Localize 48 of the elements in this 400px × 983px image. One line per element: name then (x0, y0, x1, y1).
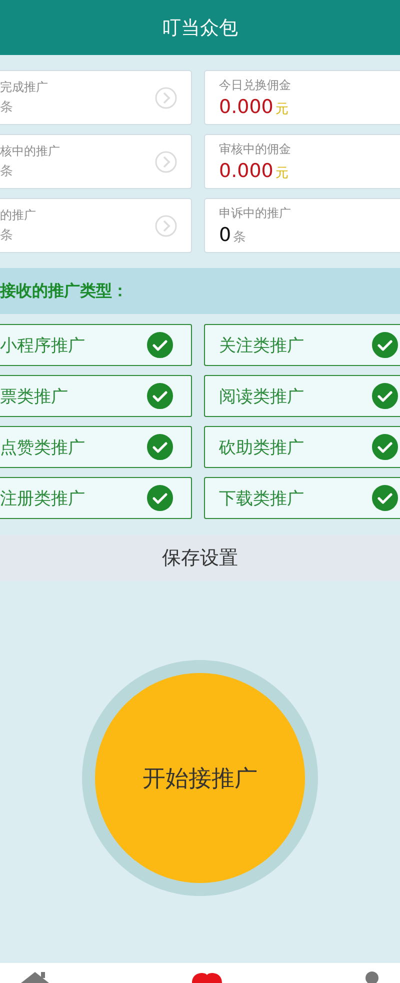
option-label: 阅读类推广 (219, 386, 304, 408)
stat-label: 今日兑换佣金 (219, 77, 292, 94)
stat-unit: 元 (275, 101, 288, 118)
stat-unit: 条 (0, 227, 13, 244)
checkbox-icon[interactable] (372, 434, 398, 460)
stat-value: 0.000 (219, 96, 274, 118)
stat-value: 0.000 (219, 160, 274, 182)
stat-unit: 条 (0, 99, 13, 116)
stat-unit: 条 (233, 229, 246, 246)
stat-value: 0 (219, 224, 232, 246)
app-title: 叮当众包 (162, 16, 238, 40)
stat-label: 审核中的佣金 (219, 141, 292, 158)
promotion-type-option[interactable]: 下载类推广 (204, 477, 400, 519)
option-label: 点赞类推广 (0, 436, 85, 458)
option-label: 注册类推广 (0, 488, 85, 510)
promotion-type-option[interactable]: 点赞类推广 (0, 426, 192, 468)
promotion-type-option[interactable]: 阅读类推广 (204, 375, 400, 417)
checkbox-icon[interactable] (147, 485, 173, 511)
promotion-type-option[interactable]: 小程序推广 (0, 324, 192, 366)
stat-card[interactable]: 的推广 条 (0, 198, 192, 253)
stat-label: 申诉中的推广 (219, 205, 292, 222)
option-label: 砍助类推广 (219, 436, 304, 458)
stat-card[interactable]: 完成推广 条 (0, 70, 192, 125)
checkbox-icon[interactable] (372, 332, 398, 358)
stat-label: 的推广 (0, 207, 37, 224)
save-button[interactable]: 保存设置 (0, 535, 400, 581)
option-label: 下载类推广 (219, 488, 304, 510)
stat-label: 完成推广 (0, 79, 49, 96)
stat-card[interactable]: 核中的推广 条 (0, 134, 192, 189)
checkbox-icon[interactable] (147, 383, 173, 409)
option-label: 关注类推广 (219, 334, 304, 356)
promotion-type-option[interactable]: 票类推广 (0, 375, 192, 417)
promotion-type-option[interactable]: 关注类推广 (204, 324, 400, 366)
promotion-type-option[interactable]: 注册类推广 (0, 477, 192, 519)
person-icon[interactable] (364, 971, 380, 983)
promotion-type-option[interactable]: 砍助类推广 (204, 426, 400, 468)
option-label: 小程序推广 (0, 334, 85, 356)
stat-unit: 条 (0, 163, 13, 180)
heart-icon[interactable] (192, 973, 222, 983)
home-icon[interactable] (20, 971, 50, 983)
option-label: 票类推广 (0, 386, 68, 408)
checkbox-icon[interactable] (372, 383, 398, 409)
checkbox-icon[interactable] (147, 332, 173, 358)
checkbox-icon[interactable] (147, 434, 173, 460)
stat-unit: 元 (275, 165, 288, 182)
start-button[interactable]: 开始接推广 (95, 673, 305, 883)
stat-label: 核中的推广 (0, 143, 61, 160)
checkbox-icon[interactable] (372, 485, 398, 511)
